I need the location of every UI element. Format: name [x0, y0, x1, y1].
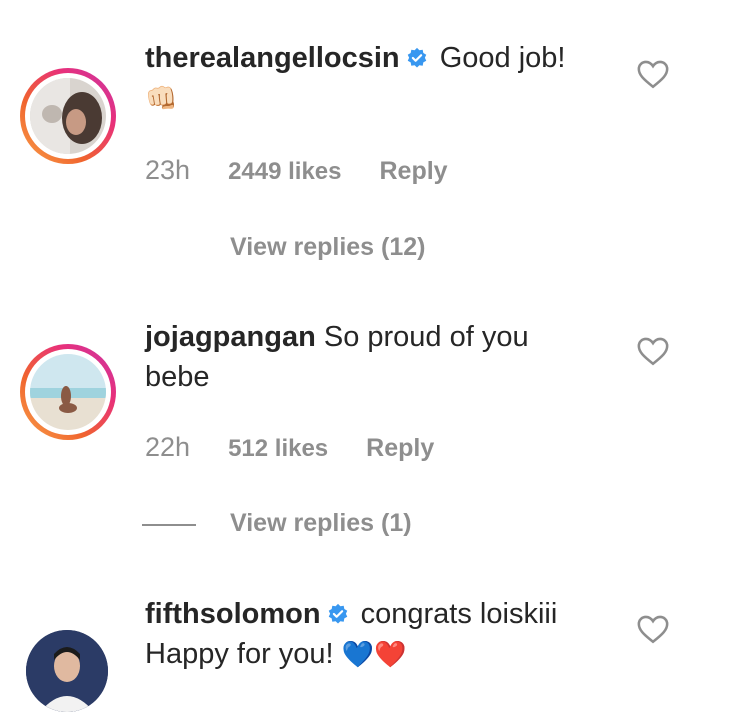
comment-meta: 22h 512 likes Reply: [145, 432, 434, 463]
view-replies-button[interactable]: View replies (12): [230, 233, 425, 262]
replies-divider-line: [142, 524, 196, 526]
like-count[interactable]: 512 likes: [228, 435, 328, 463]
like-count[interactable]: 2449 likes: [228, 158, 341, 186]
verified-badge-icon: [328, 603, 347, 624]
reply-button[interactable]: Reply: [380, 157, 448, 186]
verified-badge-icon: [407, 47, 426, 68]
like-heart-icon[interactable]: [636, 57, 670, 91]
username[interactable]: fifthsolomon: [145, 598, 321, 630]
comment-time: 23h: [145, 155, 191, 185]
comment-time: 22h: [145, 432, 191, 462]
comment-meta: 23h 2449 likes Reply: [145, 155, 448, 186]
avatar[interactable]: [20, 68, 116, 164]
comment-body: So proud of you: [323, 321, 529, 353]
username[interactable]: jojagpangan: [145, 321, 316, 353]
comment-body-continued: Happy for you!: [145, 638, 334, 670]
comment-text: fifthsolomon congrats loiskiii Happy for…: [145, 594, 605, 674]
comment-body: Good job!: [439, 42, 566, 74]
comment-text: jojagpangan So proud of you bebe: [145, 317, 605, 397]
avatar[interactable]: [20, 344, 116, 440]
like-heart-icon[interactable]: [636, 334, 670, 368]
avatar[interactable]: [26, 630, 108, 712]
hearts-emoji-icon: 💙❤️: [341, 639, 407, 669]
comment-body-continued: bebe: [145, 361, 210, 393]
username[interactable]: therealangellocsin: [145, 42, 400, 74]
fist-emoji-icon: 👊🏻: [145, 83, 178, 113]
comment-text: therealangellocsin Good job! 👊🏻: [145, 38, 605, 118]
comment-body: congrats loiskiii: [360, 598, 558, 630]
like-heart-icon[interactable]: [636, 612, 670, 646]
view-replies-button[interactable]: View replies (1): [230, 509, 412, 538]
reply-button[interactable]: Reply: [366, 434, 434, 463]
